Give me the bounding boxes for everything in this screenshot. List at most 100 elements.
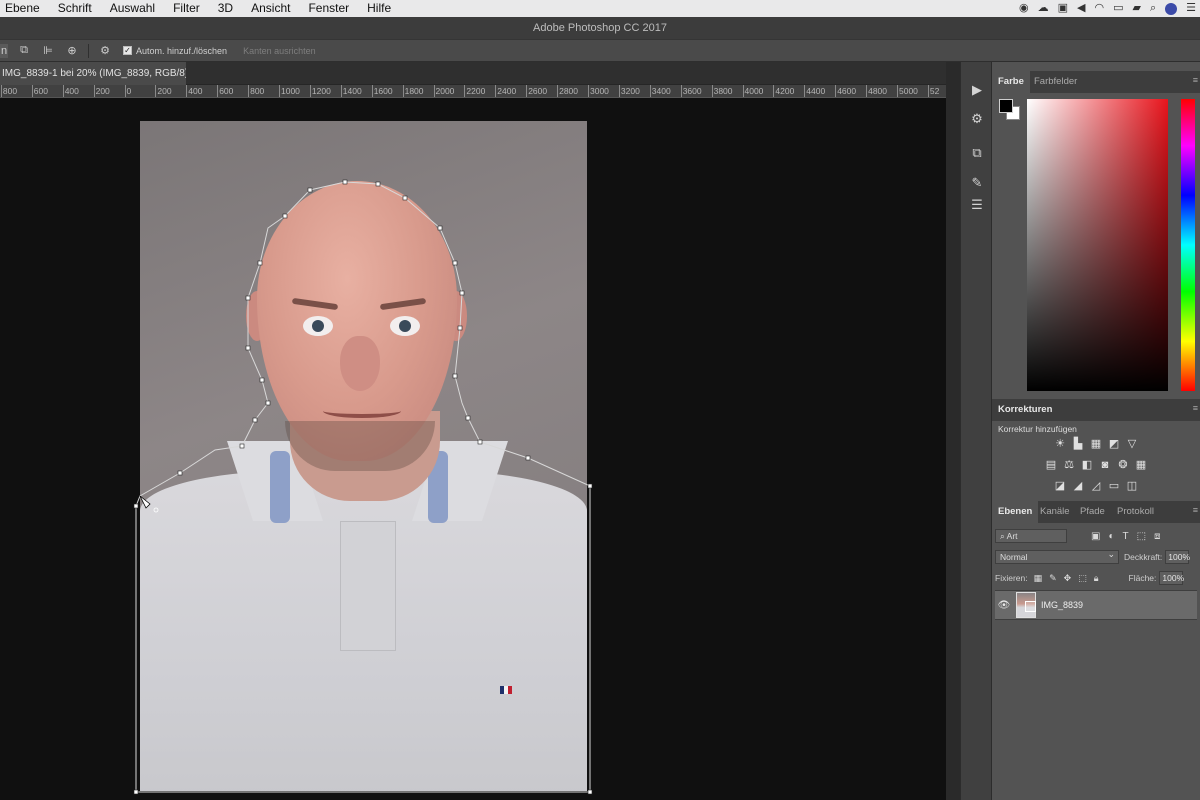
- layer-filter-select[interactable]: ⌕ Art: [995, 529, 1067, 543]
- gear-icon[interactable]: ⚙: [97, 44, 113, 58]
- ruler-tick-label: 1800: [404, 86, 424, 96]
- options-bar: n ⧉ ⊫ ⊕ ⚙ ✓ Autom. hinzuf./löschen Kante…: [0, 39, 1200, 62]
- pen-path[interactable]: [135, 181, 591, 793]
- vibrance-icon[interactable]: ▽: [1125, 437, 1139, 451]
- menu-schrift[interactable]: Schrift: [49, 0, 101, 17]
- tab-protokoll[interactable]: Protokoll: [1117, 501, 1154, 523]
- tab-ebenen[interactable]: Ebenen: [992, 501, 1039, 523]
- tab-farbfelder[interactable]: Farbfelder: [1034, 71, 1077, 93]
- message-icon[interactable]: ▣: [1058, 0, 1068, 17]
- filter-pixel-icon[interactable]: ▣: [1091, 531, 1100, 542]
- menu-ansicht[interactable]: Ansicht: [242, 0, 299, 17]
- brush-presets-icon[interactable]: ✎: [961, 172, 993, 194]
- battery-icon[interactable]: ▰: [1132, 0, 1140, 17]
- properties-icon[interactable]: ⚙: [961, 108, 993, 130]
- opacity-label: Deckkraft:: [1124, 552, 1163, 562]
- menu-filter[interactable]: Filter: [164, 0, 209, 17]
- layer-name[interactable]: IMG_8839: [1041, 600, 1083, 610]
- search-icon[interactable]: ⌕: [1150, 0, 1156, 17]
- color-balance-icon[interactable]: ⚖: [1062, 458, 1076, 472]
- ruler-tick-mark: [93, 85, 95, 97]
- panel-menu-icon[interactable]: ≡: [1193, 505, 1198, 515]
- posterize-icon[interactable]: ◢: [1071, 479, 1085, 493]
- pen-path-overlay[interactable]: [0, 98, 946, 800]
- photo-filter-icon[interactable]: ◙: [1098, 458, 1112, 472]
- selective-color-icon[interactable]: ◫: [1125, 479, 1139, 493]
- path-anchor-points[interactable]: [133, 179, 593, 795]
- menu-hilfe[interactable]: Hilfe: [358, 0, 400, 17]
- lock-all-icon[interactable]: 🔒︎: [1094, 573, 1099, 584]
- ruler-tick-label: 3400: [651, 86, 671, 96]
- layer-visibility-eye-icon[interactable]: 👁︎: [997, 600, 1011, 611]
- levels-icon[interactable]: ▙: [1071, 437, 1085, 451]
- fill-input[interactable]: 100%: [1159, 571, 1184, 585]
- adjustments-title[interactable]: Korrekturen: [998, 399, 1052, 421]
- auto-add-delete-checkbox[interactable]: ✓: [123, 46, 132, 55]
- ruler-tick-mark: [217, 85, 219, 97]
- color-lookup-icon[interactable]: ▦: [1134, 458, 1148, 472]
- lock-pixels-icon[interactable]: ✎: [1049, 573, 1057, 584]
- filter-type-icon[interactable]: T: [1123, 531, 1129, 542]
- menu-auswahl[interactable]: Auswahl: [101, 0, 164, 17]
- channel-mixer-icon[interactable]: ❂: [1116, 458, 1130, 472]
- layer-row[interactable]: 👁︎ IMG_8839: [995, 590, 1197, 620]
- cloud-icon[interactable]: ☁: [1038, 0, 1049, 17]
- tab-pfade[interactable]: Pfade: [1080, 501, 1105, 523]
- record-icon[interactable]: ◉: [1019, 0, 1029, 17]
- panel-menu-icon[interactable]: ≡: [1193, 403, 1198, 413]
- canvas-area[interactable]: [0, 98, 946, 800]
- opacity-input[interactable]: 100%: [1165, 550, 1190, 564]
- black-white-icon[interactable]: ◧: [1080, 458, 1094, 472]
- curves-icon[interactable]: ▦: [1089, 437, 1103, 451]
- tab-kanaele[interactable]: Kanäle: [1040, 501, 1070, 523]
- ruler-tick-label: 800: [250, 86, 265, 96]
- filter-shape-icon[interactable]: ⬚: [1137, 531, 1146, 542]
- libraries-icon[interactable]: ⧉: [961, 142, 993, 164]
- color-picker-field[interactable]: [1027, 99, 1168, 391]
- separator: [88, 43, 89, 58]
- ruler-tick-label: 400: [64, 86, 79, 96]
- lock-transparency-icon[interactable]: ▦: [1034, 573, 1043, 584]
- path-align-icon[interactable]: ⊫: [40, 44, 56, 58]
- horizontal-ruler[interactable]: 1000800600400200020040060080010001200140…: [0, 85, 948, 98]
- tab-farbe[interactable]: Farbe: [992, 71, 1030, 93]
- menu-list-icon[interactable]: ☰: [1186, 0, 1196, 17]
- invert-icon[interactable]: ◪: [1053, 479, 1067, 493]
- menu-ebene[interactable]: Ebene: [0, 0, 49, 17]
- path-operations-icon[interactable]: n: [0, 43, 8, 58]
- auto-add-delete-label: Autom. hinzuf./löschen: [136, 45, 228, 56]
- hue-saturation-icon[interactable]: ▤: [1044, 458, 1058, 472]
- foreground-color-swatch[interactable]: [999, 99, 1013, 113]
- airplay-icon[interactable]: ▭: [1113, 0, 1123, 17]
- ruler-tick-mark: [371, 85, 373, 97]
- wifi-icon[interactable]: ◠: [1094, 0, 1104, 17]
- document-tab[interactable]: IMG_8839-1 bei 20% (IMG_8839, RGB/8) *: [0, 62, 186, 85]
- lock-icons: ▦ ✎ ✥ ⬚ 🔒︎: [1034, 573, 1099, 584]
- lock-artboard-icon[interactable]: ⬚: [1078, 573, 1087, 584]
- layer-filter-kind: Art: [1006, 531, 1018, 541]
- ruler-tick-label: 0: [126, 86, 132, 96]
- volume-icon[interactable]: ◀: [1077, 0, 1085, 17]
- hue-slider[interactable]: [1181, 99, 1195, 391]
- adjustment-icons-row-3: ◪ ◢ ◿ ▭ ◫: [992, 479, 1200, 493]
- user-avatar-icon[interactable]: [1165, 2, 1178, 15]
- path-combine-icon[interactable]: ⧉: [16, 44, 32, 58]
- blend-mode-select[interactable]: Normal: [995, 548, 1119, 564]
- path-arrange-icon[interactable]: ⊕: [64, 44, 80, 58]
- play-actions-icon[interactable]: ▶: [961, 79, 993, 101]
- ruler-tick-label: 200: [157, 86, 172, 96]
- ruler-tick-label: 4200: [775, 86, 795, 96]
- ruler-tick-label: 4400: [806, 86, 826, 96]
- filter-adjustment-icon[interactable]: ◐: [1108, 531, 1114, 542]
- menu-fenster[interactable]: Fenster: [299, 0, 358, 17]
- brightness-icon[interactable]: ☀: [1053, 437, 1067, 451]
- exposure-icon[interactable]: ◩: [1107, 437, 1121, 451]
- lock-position-icon[interactable]: ✥: [1064, 573, 1072, 584]
- panel-menu-icon[interactable]: ≡: [1193, 75, 1198, 85]
- gradient-map-icon[interactable]: ▭: [1107, 479, 1121, 493]
- filter-smart-object-icon[interactable]: ⧈: [1154, 531, 1160, 542]
- menu-3d[interactable]: 3D: [209, 0, 242, 17]
- right-panels: Farbe Farbfelder ≡ Korrekturen ≡ Korrekt…: [992, 62, 1200, 800]
- adjust-sliders-icon[interactable]: ☰: [961, 194, 993, 216]
- threshold-icon[interactable]: ◿: [1089, 479, 1103, 493]
